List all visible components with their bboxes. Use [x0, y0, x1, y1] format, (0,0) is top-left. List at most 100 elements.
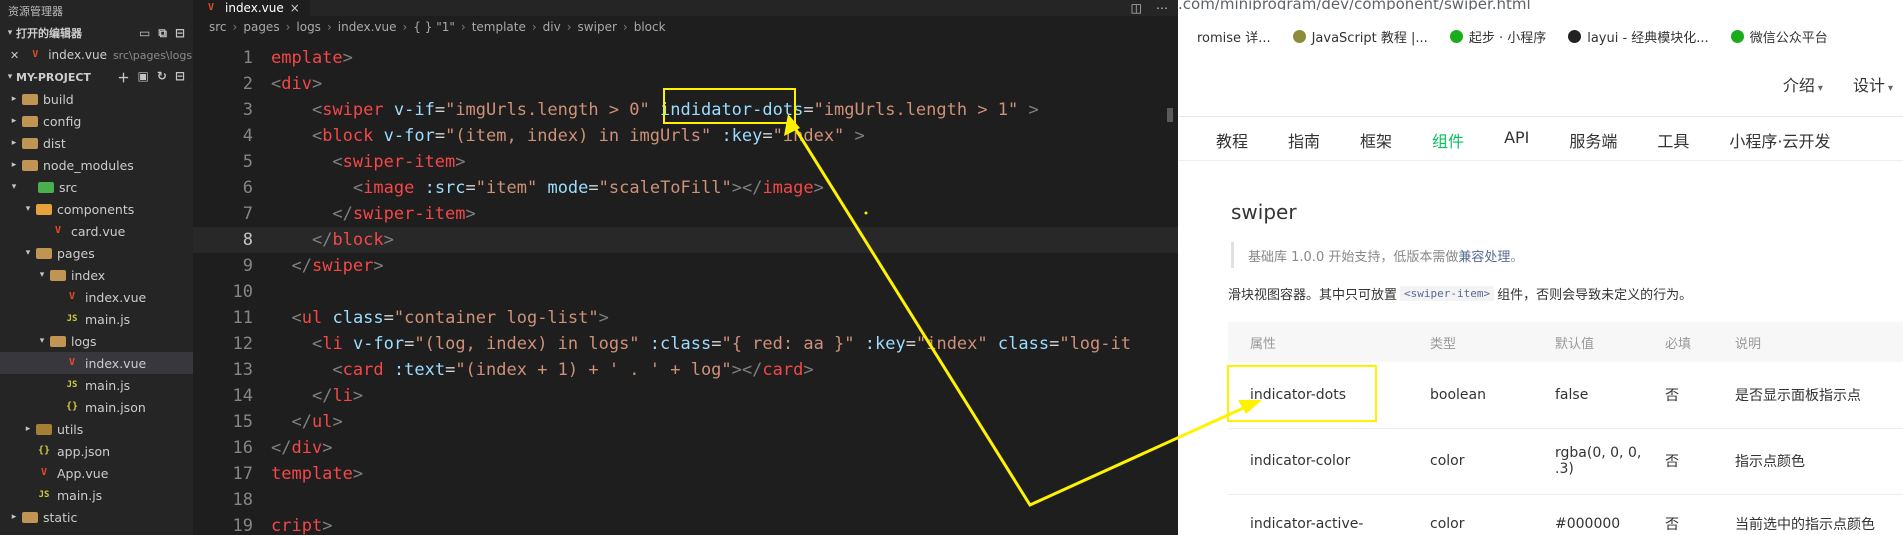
- more-actions-icon[interactable]: ⋯: [1156, 1, 1168, 15]
- tree-item[interactable]: JS main.js: [0, 374, 193, 396]
- bookmark-item[interactable]: romise 详...: [1178, 27, 1271, 46]
- tree-item[interactable]: Vindex.vue: [0, 352, 193, 374]
- breadcrumb-item[interactable]: div: [543, 20, 561, 34]
- save-all-icon[interactable]: ⧉: [158, 26, 167, 41]
- breadcrumb-item[interactable]: block: [634, 20, 666, 34]
- close-icon[interactable]: ×: [290, 1, 300, 15]
- nav-item[interactable]: 工具: [1657, 128, 1689, 152]
- new-folder-icon[interactable]: ▣: [138, 69, 149, 86]
- code-line[interactable]: 12 <li v-for="(log, index) in logs" :cla…: [193, 331, 1178, 357]
- nav-item[interactable]: 小程序·云开发: [1729, 128, 1830, 152]
- table-cell: color: [1408, 494, 1533, 535]
- code-line[interactable]: 4 <block v-for="(item, index) in imgUrls…: [193, 123, 1178, 149]
- breadcrumb-item[interactable]: template: [472, 20, 526, 34]
- breadcrumb-item[interactable]: logs: [296, 20, 321, 34]
- vue-file-icon: V: [68, 357, 76, 368]
- split-editor-icon[interactable]: ◫: [1131, 1, 1142, 15]
- collapse-all-icon[interactable]: ⊟: [175, 69, 185, 86]
- tree-item[interactable]: {} main.json: [0, 396, 193, 418]
- tree-item[interactable]: ▾ src: [0, 176, 193, 198]
- address-bar[interactable]: .com/miniprogram/dev/component/swiper.ht…: [1178, 0, 1903, 10]
- code-token: >: [332, 412, 343, 432]
- tree-item[interactable]: V App.vue: [0, 462, 193, 484]
- code-text: <card :text="(index + 1) + ' . ' + log">…: [271, 360, 813, 380]
- open-editor-item[interactable]: ✕ V index.vue src\pages\logs: [0, 44, 193, 66]
- code-line[interactable]: 19 cript>: [193, 513, 1178, 535]
- code-line[interactable]: 7 </swiper-item>: [193, 201, 1178, 227]
- tree-item[interactable]: ▾ index: [0, 264, 193, 286]
- nav-item[interactable]: 框架: [1360, 128, 1392, 152]
- tree-item[interactable]: JS main.js: [0, 308, 193, 330]
- code-line[interactable]: 6 <image :src="item" mode="scaleToFill">…: [193, 175, 1178, 201]
- table-header-cell: 属性: [1228, 322, 1408, 362]
- code-line[interactable]: 14 </li>: [193, 383, 1178, 409]
- tree-item-label: index.vue: [85, 355, 147, 371]
- tree-item[interactable]: ▸ dist: [0, 132, 193, 154]
- toggle-vertical-icon[interactable]: ▭: [139, 26, 150, 41]
- refresh-icon[interactable]: ↻: [157, 69, 167, 86]
- close-icon[interactable]: ✕: [10, 49, 19, 62]
- breadcrumb-item[interactable]: { } "1": [413, 20, 455, 34]
- tree-item[interactable]: ▸ config: [0, 110, 193, 132]
- code-line[interactable]: 8 </block>: [193, 227, 1178, 253]
- code-token: =: [711, 334, 722, 354]
- tree-item[interactable]: Vindex.vue: [0, 286, 193, 308]
- code-text: </swiper>: [271, 256, 383, 276]
- open-editors-section[interactable]: ▾ 打开的编辑器 ▭ ⧉ ⊟: [0, 22, 193, 44]
- tree-item[interactable]: Vcard.vue: [0, 220, 193, 242]
- js-file-icon: JS: [66, 380, 78, 390]
- new-file-icon[interactable]: ＋: [118, 69, 130, 86]
- code-line[interactable]: 18: [193, 487, 1178, 513]
- code-token: >: [342, 48, 353, 68]
- scrollbar-thumb[interactable]: [1167, 108, 1173, 122]
- breadcrumb-item[interactable]: src: [209, 20, 227, 34]
- code-line[interactable]: 17 template>: [193, 461, 1178, 487]
- code-line[interactable]: 9 </swiper>: [193, 253, 1178, 279]
- nav-item[interactable]: API: [1504, 128, 1529, 152]
- breadcrumb-item[interactable]: swiper: [578, 20, 617, 34]
- code-line[interactable]: 13 <card :text="(index + 1) + ' . ' + lo…: [193, 357, 1178, 383]
- code-token: emplate: [271, 48, 343, 68]
- close-all-icon[interactable]: ⊟: [175, 26, 185, 41]
- tree-item[interactable]: ▸ static: [0, 506, 193, 528]
- bookmark-item[interactable]: layui - 经典模块化...: [1568, 27, 1709, 46]
- tree-item[interactable]: {} app.json: [0, 440, 193, 462]
- breadcrumb-item[interactable]: pages: [243, 20, 279, 34]
- tree-item[interactable]: ▸ utils: [0, 418, 193, 440]
- nav-item[interactable]: 组件: [1432, 128, 1464, 152]
- code-line[interactable]: 10: [193, 279, 1178, 305]
- tab-index-vue[interactable]: V index.vue ×: [193, 0, 310, 16]
- tree-item[interactable]: ▸ node_modules: [0, 154, 193, 176]
- table-header-cell: 默认值: [1533, 322, 1643, 362]
- chevron-right-icon: ▸: [25, 424, 31, 434]
- bookmark-label: layui - 经典模块化...: [1587, 30, 1709, 46]
- code-line[interactable]: 11 <ul class="container log-list">: [193, 305, 1178, 331]
- bookmark-item[interactable]: JavaScript 教程 |...: [1292, 27, 1428, 46]
- code-text: </swiper-item>: [271, 204, 475, 224]
- breadcrumb-item[interactable]: index.vue: [338, 20, 397, 34]
- code-line[interactable]: 15 </ul>: [193, 409, 1178, 435]
- nav-item[interactable]: 指南: [1288, 128, 1320, 152]
- top-link-intro[interactable]: 介绍 ▾: [1783, 72, 1823, 96]
- tree-item[interactable]: ▾ logs: [0, 330, 193, 352]
- code-line[interactable]: 16 </div>: [193, 435, 1178, 461]
- tree-item[interactable]: ▸ build: [0, 88, 193, 110]
- bookmark-item[interactable]: 微信公众平台: [1730, 27, 1828, 46]
- tree-item[interactable]: ▾ components: [0, 198, 193, 220]
- nav-item[interactable]: 服务端: [1569, 128, 1617, 152]
- code-line[interactable]: 5 <swiper-item>: [193, 149, 1178, 175]
- compat-link[interactable]: 兼容处理: [1458, 246, 1510, 265]
- code-token: "container log-list": [393, 308, 599, 328]
- top-link-design[interactable]: 设计 ▾: [1853, 72, 1893, 96]
- nav-item[interactable]: 教程: [1216, 128, 1248, 152]
- code-line[interactable]: 1 emplate>: [193, 45, 1178, 71]
- tree-item[interactable]: JS main.js: [0, 484, 193, 506]
- project-section[interactable]: ▾ MY-PROJECT ＋ ▣ ↻ ⊟: [0, 66, 193, 88]
- bookmark-item[interactable]: 起步 · 小程序: [1449, 27, 1546, 46]
- tree-item[interactable]: ▾ pages: [0, 242, 193, 264]
